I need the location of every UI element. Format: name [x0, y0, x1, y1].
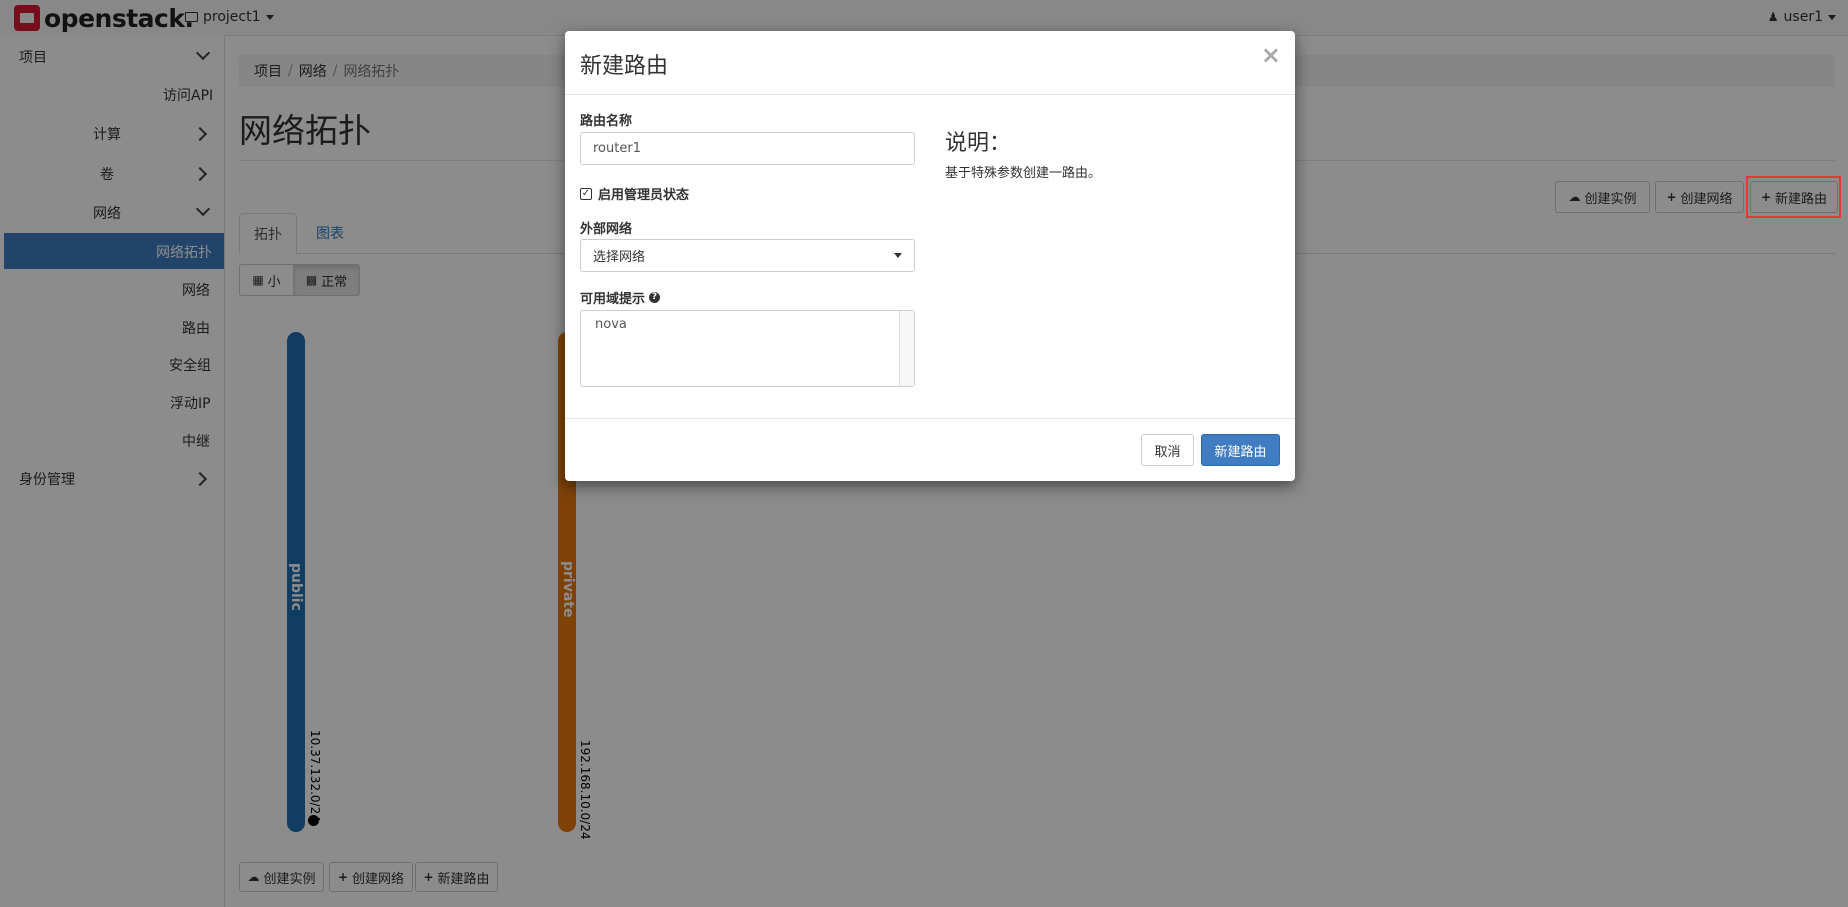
submit-create-router-button[interactable]: 新建路由 [1201, 434, 1280, 466]
admin-state-checkbox-row[interactable]: ✓ 启用管理员状态 [580, 184, 689, 203]
modal-title: 新建路由 [580, 54, 669, 79]
external-network-label: 外部网络 [580, 222, 633, 237]
external-network-select[interactable]: 选择网络 [580, 239, 915, 272]
description-title: 说明： [945, 131, 1012, 156]
modal-footer: 取消 新建路由 [565, 418, 1295, 482]
external-network-value: 选择网络 [593, 250, 646, 265]
admin-state-label: 启用管理员状态 [598, 188, 690, 203]
router-name-label: 路由名称 [580, 114, 633, 129]
listbox-scrollbar[interactable] [899, 311, 914, 386]
create-router-modal: 新建路由 × 路由名称 router1 ✓ 启用管理员状态 外部网络 选择网络 … [565, 31, 1295, 481]
close-icon[interactable]: × [1261, 41, 1281, 69]
modal-header: 新建路由 × [565, 31, 1295, 95]
description-text: 基于特殊参数创建一路由。 [945, 166, 1102, 181]
router-name-input[interactable]: router1 [580, 132, 915, 165]
az-hint-label: 可用域提示 [580, 292, 646, 307]
az-hint-label-row: 可用域提示 ? [580, 288, 661, 307]
question-circle-icon[interactable]: ? [649, 292, 661, 303]
az-hint-listbox[interactable]: nova [580, 310, 915, 387]
cancel-button[interactable]: 取消 [1141, 434, 1194, 466]
highlight-box [1746, 176, 1841, 218]
checkbox-checked-icon[interactable]: ✓ [580, 187, 592, 200]
az-option-nova[interactable]: nova [595, 317, 627, 332]
caret-down-icon [894, 253, 902, 258]
